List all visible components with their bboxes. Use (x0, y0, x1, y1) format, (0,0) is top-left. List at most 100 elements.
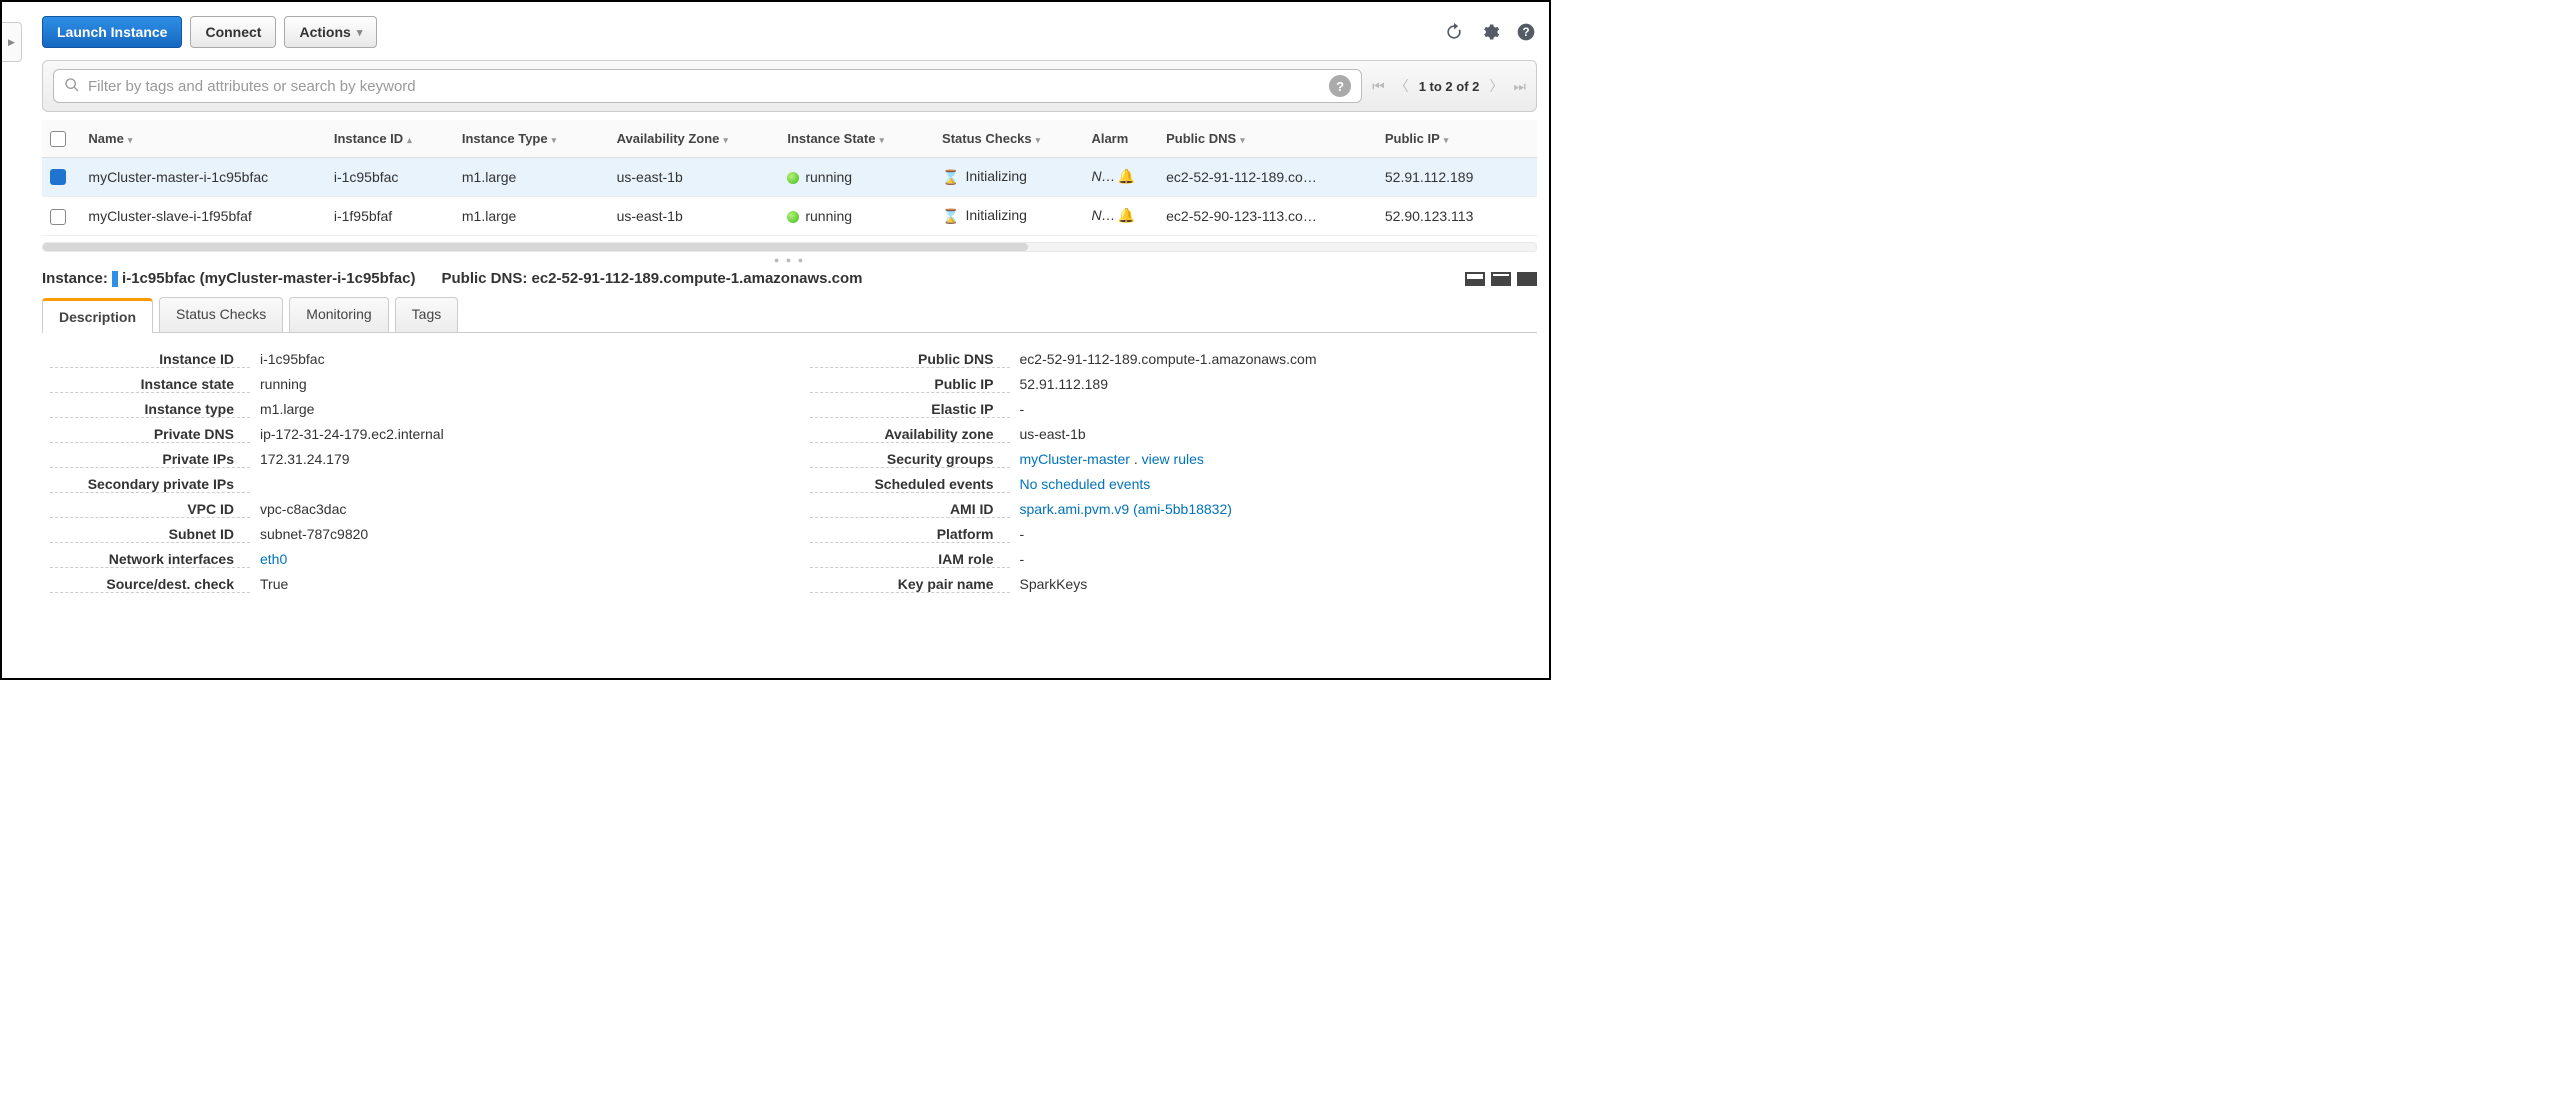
value-instance-state: running (260, 376, 770, 393)
value-public-ip: 52.91.112.189 (1020, 376, 1530, 393)
select-all-checkbox[interactable] (50, 131, 66, 147)
launch-instance-button[interactable]: Launch Instance (42, 16, 182, 48)
label-key-pair: Key pair name (810, 576, 1010, 593)
tab-description[interactable]: Description (42, 298, 153, 333)
col-public-ip[interactable]: Public IP▾ (1377, 120, 1537, 157)
value-scheduled-events[interactable]: No scheduled events (1020, 476, 1151, 492)
cell-alarm: N…🔔 (1083, 157, 1158, 196)
filter-bar: ? ⏮ 〈 1 to 2 of 2 〉 ⏭ (42, 60, 1537, 112)
split-drag-handle[interactable]: ● ● ● (42, 254, 1537, 266)
public-dns-summary: Public DNS: ec2-52-91-112-189.compute-1.… (441, 270, 862, 287)
value-ami-id[interactable]: spark.ami.pvm.v9 (ami-5bb18832) (1020, 501, 1232, 517)
page-next-icon[interactable]: 〉 (1489, 76, 1503, 96)
selection-marker-icon (112, 271, 118, 287)
help-icon[interactable]: ? (1515, 21, 1537, 43)
label-iam-role: IAM role (810, 551, 1010, 568)
cell-instance-id: i-1f95bfaf (326, 196, 454, 235)
label-scheduled-events: Scheduled events (810, 476, 1010, 493)
layout-bottom-half-icon[interactable] (1491, 272, 1511, 286)
col-instance-id[interactable]: Instance ID▴ (326, 120, 454, 157)
cell-az: us-east-1b (609, 157, 780, 196)
cell-status: ⌛Initializing (934, 196, 1083, 235)
label-vpc-id: VPC ID (50, 501, 250, 518)
search-help-icon[interactable]: ? (1329, 75, 1351, 97)
layout-bottom-small-icon[interactable] (1465, 272, 1485, 286)
cell-name: myCluster-master-i-1c95bfac (80, 157, 325, 196)
running-icon (787, 172, 799, 184)
col-instance-type[interactable]: Instance Type▾ (454, 120, 609, 157)
tab-monitoring[interactable]: Monitoring (289, 297, 388, 332)
svg-text:?: ? (1522, 26, 1529, 39)
hourglass-icon: ⌛ (942, 169, 959, 186)
actions-dropdown[interactable]: Actions (284, 16, 377, 48)
label-private-dns: Private DNS (50, 426, 250, 443)
value-subnet-id: subnet-787c9820 (260, 526, 770, 543)
label-secondary-ips: Secondary private IPs (50, 476, 250, 493)
search-input[interactable] (88, 78, 1321, 95)
col-availability-zone[interactable]: Availability Zone▾ (609, 120, 780, 157)
value-private-dns: ip-172-31-24-179.ec2.internal (260, 426, 770, 443)
row-checkbox[interactable] (50, 209, 66, 225)
gear-icon[interactable] (1479, 21, 1501, 43)
value-instance-type: m1.large (260, 401, 770, 418)
cell-instance-type: m1.large (454, 196, 609, 235)
col-status-checks[interactable]: Status Checks▾ (934, 120, 1083, 157)
label-subnet-id: Subnet ID (50, 526, 250, 543)
row-checkbox[interactable] (50, 169, 66, 185)
table-row[interactable]: myCluster-master-i-1c95bfac i-1c95bfac m… (42, 157, 1537, 196)
label-public-dns: Public DNS (810, 351, 1010, 368)
connect-button[interactable]: Connect (190, 16, 276, 48)
value-vpc-id: vpc-c8ac3dac (260, 501, 770, 518)
value-source-dest: True (260, 576, 770, 593)
label-instance-type: Instance type (50, 401, 250, 418)
tab-tags[interactable]: Tags (395, 297, 459, 332)
table-row[interactable]: myCluster-slave-i-1f95bfaf i-1f95bfaf m1… (42, 196, 1537, 235)
cell-alarm: N…🔔 (1083, 196, 1158, 235)
layout-full-icon[interactable] (1517, 272, 1537, 286)
tab-status-checks[interactable]: Status Checks (159, 297, 283, 332)
link-view-rules[interactable]: view rules (1142, 451, 1204, 467)
search-icon (64, 77, 80, 96)
col-alarm-status[interactable]: Alarm (1083, 120, 1158, 157)
label-network-interfaces: Network interfaces (50, 551, 250, 568)
label-instance-id: Instance ID (50, 351, 250, 368)
sidebar-expand-handle[interactable] (2, 22, 22, 62)
instance-detail-header: Instance: i-1c95bfac (myCluster-master-i… (42, 266, 1537, 297)
alarm-bell-icon[interactable]: 🔔 (1118, 207, 1136, 225)
col-public-dns[interactable]: Public DNS▾ (1158, 120, 1377, 157)
value-security-groups[interactable]: myCluster-master (1020, 451, 1130, 467)
cell-public-ip: 52.91.112.189 (1377, 157, 1537, 196)
label-availability-zone: Availability zone (810, 426, 1010, 443)
page-last-icon[interactable]: ⏭ (1513, 78, 1526, 95)
page-first-icon[interactable]: ⏮ (1372, 78, 1385, 95)
cell-state: running (779, 196, 934, 235)
value-availability-zone: us-east-1b (1020, 426, 1530, 443)
instances-table: Name▾ Instance ID▴ Instance Type▾ Availa… (42, 120, 1537, 236)
label-elastic-ip: Elastic IP (810, 401, 1010, 418)
cell-status: ⌛Initializing (934, 157, 1083, 196)
horizontal-scrollbar[interactable] (42, 242, 1537, 252)
refresh-icon[interactable] (1443, 21, 1465, 43)
cell-name: myCluster-slave-i-1f95bfaf (80, 196, 325, 235)
label-security-groups: Security groups (810, 451, 1010, 468)
label-public-ip: Public IP (810, 376, 1010, 393)
col-name[interactable]: Name▾ (80, 120, 325, 157)
label-source-dest: Source/dest. check (50, 576, 250, 593)
page-prev-icon[interactable]: 〈 (1395, 76, 1409, 96)
value-network-interfaces[interactable]: eth0 (260, 551, 287, 567)
detail-layout-toggle (1465, 272, 1537, 286)
value-public-dns: ec2-52-91-112-189.compute-1.amazonaws.co… (1020, 351, 1530, 368)
running-icon (787, 211, 799, 223)
col-instance-state[interactable]: Instance State▾ (779, 120, 934, 157)
hourglass-icon: ⌛ (942, 208, 959, 225)
value-private-ips: 172.31.24.179 (260, 451, 770, 468)
alarm-bell-icon[interactable]: 🔔 (1118, 168, 1136, 186)
description-panel: Instance IDi-1c95bfac Instance staterunn… (42, 333, 1537, 597)
value-iam-role: - (1020, 551, 1530, 568)
label-platform: Platform (810, 526, 1010, 543)
page-range-text: 1 to 2 of 2 (1419, 79, 1480, 94)
cell-instance-id: i-1c95bfac (326, 157, 454, 196)
value-secondary-ips (260, 476, 770, 493)
value-platform: - (1020, 526, 1530, 543)
pagination: ⏮ 〈 1 to 2 of 2 〉 ⏭ (1372, 76, 1526, 96)
